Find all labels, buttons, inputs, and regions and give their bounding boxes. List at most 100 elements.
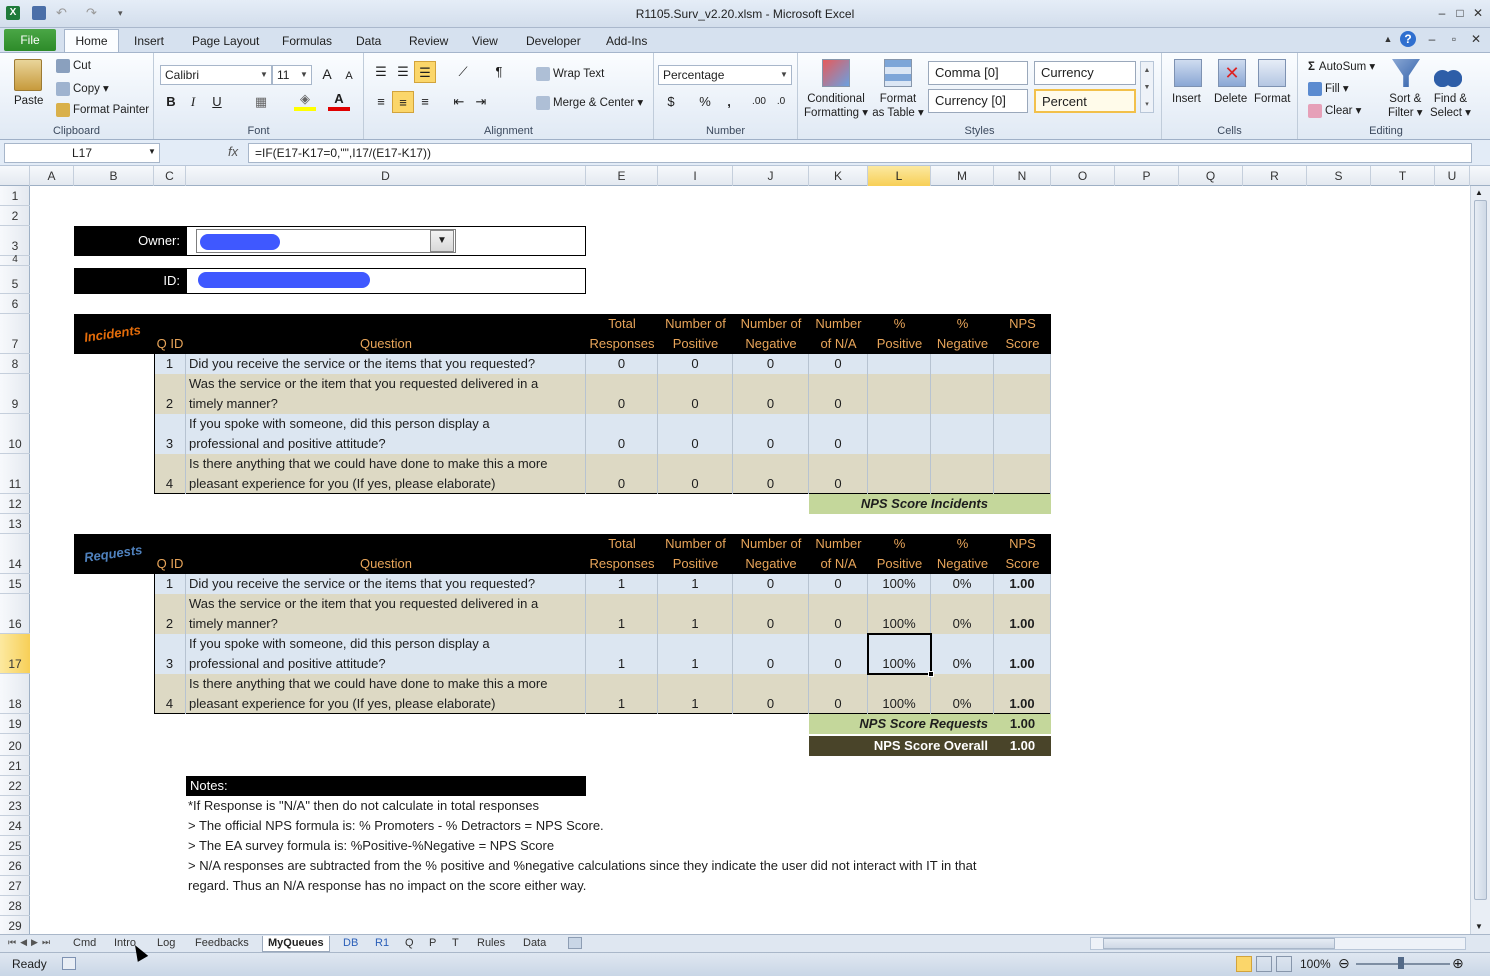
merge-center-button[interactable]: Merge & Center ▾ <box>536 95 643 110</box>
h-scroll-thumb[interactable] <box>1103 938 1335 949</box>
delete-cells-icon[interactable]: ✕ <box>1218 59 1246 87</box>
row-header[interactable]: 8 <box>0 354 30 374</box>
neg-cell[interactable]: 0 <box>733 574 809 594</box>
owner-dropdown-arrow-icon[interactable]: ▼ <box>430 230 454 252</box>
question-cell[interactable]: Did you receive the service or the items… <box>186 574 586 594</box>
align-left-icon[interactable]: ≡ <box>370 91 392 113</box>
sheet-nav-arrows-icon[interactable]: ⏮◀▶⏭ <box>8 937 54 948</box>
row-header[interactable]: 10 <box>0 414 30 454</box>
format-as-table-icon[interactable] <box>884 59 912 87</box>
row-header[interactable]: 27 <box>0 876 30 896</box>
row-header[interactable]: 20 <box>0 734 30 756</box>
neg-cell[interactable]: 0 <box>733 454 809 494</box>
column-header[interactable]: R <box>1243 166 1307 186</box>
row-header[interactable]: 23 <box>0 796 30 816</box>
row-header-selected[interactable]: 17 <box>0 634 30 674</box>
column-header[interactable]: J <box>733 166 809 186</box>
fill-button[interactable]: Fill ▾ <box>1308 81 1349 96</box>
column-header[interactable]: U <box>1435 166 1470 186</box>
ppos-cell[interactable]: 100% <box>868 574 931 594</box>
ppos-cell[interactable] <box>868 414 931 454</box>
workbook-restore-icon[interactable]: ▫ <box>1446 31 1462 47</box>
align-center-icon[interactable]: ≡ <box>392 91 414 113</box>
conditional-formatting-button[interactable]: Conditional Formatting ▾ <box>804 93 868 119</box>
percent-format-button[interactable]: % <box>694 91 716 113</box>
ribbon-collapse-icon[interactable]: ▲ <box>1380 31 1396 47</box>
bold-button[interactable]: B <box>160 91 182 113</box>
copy-button[interactable]: Copy ▾ <box>56 81 109 96</box>
ppos-cell[interactable] <box>868 354 931 374</box>
total-cell[interactable]: 0 <box>586 414 658 454</box>
na-cell[interactable]: 0 <box>809 354 868 374</box>
id-cell[interactable]: 3 <box>154 414 186 454</box>
neg-cell[interactable]: 0 <box>733 374 809 414</box>
pneg-cell[interactable]: 0% <box>931 674 994 714</box>
id-cell[interactable]: 4 <box>154 674 186 714</box>
na-cell[interactable]: 0 <box>809 594 868 634</box>
zoom-out-icon[interactable]: ⊖ <box>1338 955 1350 972</box>
ppos-cell[interactable]: 100% <box>868 674 931 714</box>
align-top-icon[interactable]: ☰ <box>370 61 392 83</box>
page-layout-view-icon[interactable] <box>1256 956 1272 972</box>
conditional-formatting-icon[interactable] <box>822 59 850 87</box>
total-cell[interactable]: 1 <box>586 674 658 714</box>
row-header[interactable]: 18 <box>0 674 30 714</box>
question-cell[interactable]: Did you receive the service or the items… <box>186 354 586 374</box>
paste-icon[interactable] <box>14 59 42 91</box>
column-header[interactable]: T <box>1371 166 1435 186</box>
pneg-cell[interactable] <box>931 354 994 374</box>
scroll-thumb[interactable] <box>1474 200 1487 900</box>
row-header[interactable]: 1 <box>0 186 30 206</box>
workbook-minimize-icon[interactable]: – <box>1424 31 1440 47</box>
total-cell[interactable]: 0 <box>586 354 658 374</box>
nps-cell[interactable] <box>994 354 1051 374</box>
neg-cell[interactable]: 0 <box>733 634 809 674</box>
tab-developer[interactable]: Developer <box>522 32 585 52</box>
id-cell[interactable]: 2 <box>154 594 186 634</box>
row-header[interactable]: 25 <box>0 836 30 856</box>
clear-button[interactable]: Clear ▾ <box>1308 103 1361 118</box>
tab-view[interactable]: View <box>468 32 502 52</box>
comma-format-button[interactable]: , <box>718 91 740 113</box>
na-cell[interactable]: 0 <box>809 454 868 494</box>
nps-cell[interactable]: 1.00 <box>994 574 1051 594</box>
sheet-tab-feedbacks[interactable]: Feedbacks <box>190 936 254 952</box>
orientation-icon[interactable]: ⟋ <box>452 61 474 83</box>
column-header[interactable]: B <box>74 166 154 186</box>
neg-cell[interactable]: 0 <box>733 354 809 374</box>
zoom-level[interactable]: 100% <box>1300 957 1331 971</box>
zoom-in-icon[interactable]: ⊕ <box>1452 955 1464 972</box>
find-select-button[interactable]: Find & Select ▾ <box>1430 93 1471 119</box>
styles-scroll-icon[interactable]: ▲ ▼ ▾ <box>1140 61 1154 113</box>
pos-cell[interactable]: 1 <box>658 674 733 714</box>
maximize-icon[interactable]: □ <box>1452 5 1468 21</box>
style-comma0[interactable]: Comma [0] <box>928 61 1028 85</box>
nps-score-incidents-value[interactable] <box>994 494 1051 514</box>
font-size-combo[interactable]: 11 ▼ <box>272 65 312 85</box>
sort-filter-icon[interactable] <box>1392 59 1420 87</box>
row-header[interactable]: 9 <box>0 374 30 414</box>
sheet-tab-cmd[interactable]: Cmd <box>68 936 101 952</box>
row-header[interactable]: 22 <box>0 776 30 796</box>
sheet-tab-rules[interactable]: Rules <box>472 936 510 952</box>
sheet-tab-db[interactable]: DB <box>338 936 363 952</box>
nps-cell[interactable] <box>994 454 1051 494</box>
insert-function-icon[interactable]: fx <box>228 144 238 159</box>
column-header-selected[interactable]: L <box>868 166 931 186</box>
pos-cell[interactable]: 0 <box>658 454 733 494</box>
id-cell[interactable]: 2 <box>154 374 186 414</box>
row-header[interactable]: 21 <box>0 756 30 776</box>
row-header[interactable]: 6 <box>0 294 30 314</box>
total-cell[interactable]: 0 <box>586 374 658 414</box>
underline-button[interactable]: U <box>206 91 228 113</box>
autosum-button[interactable]: Σ AutoSum ▾ <box>1308 59 1375 73</box>
pneg-cell[interactable] <box>931 374 994 414</box>
grow-font-button[interactable]: A <box>316 63 338 85</box>
increase-decimal-icon[interactable]: .00 <box>748 91 770 113</box>
sheet-tab-log[interactable]: Log <box>152 936 180 952</box>
row-header[interactable]: 13 <box>0 514 30 534</box>
neg-cell[interactable]: 0 <box>733 674 809 714</box>
delete-cells-button[interactable]: Delete <box>1214 93 1247 105</box>
row-header[interactable]: 15 <box>0 574 30 594</box>
column-header[interactable]: E <box>586 166 658 186</box>
